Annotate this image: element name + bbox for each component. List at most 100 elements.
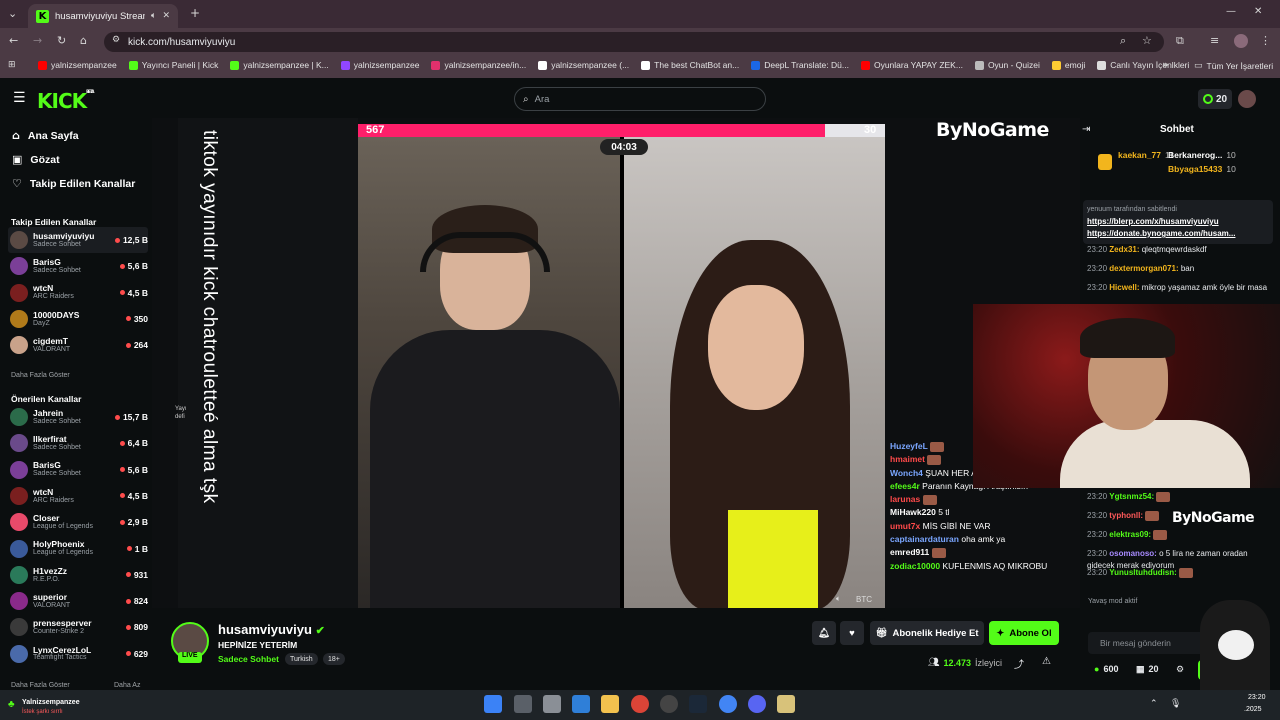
snipping-tool-icon[interactable]	[543, 695, 561, 713]
bookmark-item[interactable]: The best ChatBot an...	[641, 60, 739, 70]
site-info-icon[interactable]: ⚙	[112, 35, 120, 45]
sidebar-channel-recommended[interactable]: H1vezZz R.E.P.O. 931	[8, 562, 148, 588]
bookmark-item[interactable]: yalnizsempanzee (...	[538, 60, 629, 70]
leader-entry[interactable]: Bbyaga15433 10	[1168, 164, 1236, 174]
pinned-link-1[interactable]: https://blerp.com/x/husamviyuviyu	[1087, 216, 1269, 228]
bookmark-item[interactable]: yalnizsempanzee	[340, 60, 419, 70]
chat-username[interactable]: dextermorgan071:	[1109, 264, 1178, 273]
points-badge[interactable]: 20	[1198, 89, 1232, 109]
sidebar-channel-recommended[interactable]: prensesperver Counter-Strike 2 809	[8, 614, 148, 640]
chat-username[interactable]: elektras09:	[1109, 530, 1151, 539]
chat-store[interactable]: ▦ 20	[1136, 664, 1159, 675]
tab-close-icon[interactable]: ✕	[162, 11, 170, 21]
leader-entry[interactable]: kaekan_77 11	[1118, 150, 1174, 160]
sidebar-channel-followed[interactable]: wtcN ARC Raiders 4,5 B	[8, 280, 148, 306]
microphone-icon[interactable]: 🎙︎	[1170, 698, 1181, 709]
tab-list-icon[interactable]: ⌄	[8, 7, 17, 20]
chrome-profile-icon[interactable]	[719, 695, 737, 713]
task-view-icon[interactable]	[514, 695, 532, 713]
stream-category[interactable]: Sadece Sohbet	[218, 654, 279, 664]
extensions-icon[interactable]: ⧉	[1176, 34, 1184, 48]
media-controls-icon[interactable]: ≡	[1210, 34, 1219, 47]
tag-age[interactable]: 18+	[323, 653, 345, 665]
bookmark-item[interactable]: yalnizsempanzee/in...	[431, 60, 526, 70]
sidebar-channel-recommended[interactable]: LynxCerezLoL Teamfight Tactics 629	[8, 641, 148, 667]
share-icon[interactable]: ⤴	[1014, 656, 1024, 671]
chat-settings-icon[interactable]: ⚙	[1176, 664, 1184, 675]
sidebar-channel-recommended[interactable]: HolyPhoenix League of Legends 1 B	[8, 536, 148, 562]
hamburger-menu-icon[interactable]: ☰	[13, 90, 26, 106]
address-bar[interactable]: kick.com/husamviyuviyu	[104, 32, 1164, 52]
photos-icon[interactable]	[572, 695, 590, 713]
new-tab-button[interactable]: +	[190, 6, 200, 20]
report-icon[interactable]: ⚠	[1042, 656, 1051, 667]
nav-item-1[interactable]: ▣ Gözat	[12, 153, 60, 166]
bookmark-star-icon[interactable]: ☆	[1142, 34, 1152, 47]
notification-button[interactable]: 🔔︎	[812, 621, 836, 645]
zoom-icon[interactable]: ⌕	[1120, 34, 1126, 48]
tab-audio-icon[interactable]: 🔈︎	[151, 11, 156, 21]
widget-icon[interactable]: ♣	[8, 699, 15, 710]
gift-sub-button[interactable]: 🎁︎ Abonelik Hediye Et	[870, 621, 984, 645]
volume-icon[interactable]: 🔈︎	[836, 594, 841, 604]
bookmarks-overflow-icon[interactable]: »	[1162, 58, 1169, 71]
bookmark-item[interactable]: Yayıncı Paneli | Kick	[128, 60, 218, 70]
sidebar-channel-followed[interactable]: 10000DAYS DayZ 350	[8, 306, 148, 332]
followed-show-more[interactable]: Daha Fazla Göster	[11, 372, 70, 379]
sidebar-channel-recommended[interactable]: wtcN ARC Raiders 4,5 B	[8, 483, 148, 509]
reload-icon[interactable]: ↻	[57, 34, 66, 47]
window-minimize-icon[interactable]: —	[1226, 6, 1236, 17]
sidebar-channel-recommended[interactable]: Closer League of Legends 2,9 B	[8, 509, 148, 535]
back-icon[interactable]: ←	[9, 34, 18, 47]
browser-tab[interactable]: K husamviyuviyu Stream - Wa 🔈︎ ✕	[28, 4, 178, 28]
chat-username[interactable]: Yunusltuhdudisn:	[1109, 568, 1177, 577]
profile-avatar[interactable]	[1234, 34, 1248, 48]
file-explorer-icon[interactable]	[601, 695, 619, 713]
app-icon[interactable]	[777, 695, 795, 713]
nav-item-0[interactable]: ⌂ Ana Sayfa	[12, 129, 79, 142]
search-input[interactable]: ⌕ Ara	[514, 87, 766, 111]
discord-icon[interactable]	[748, 695, 766, 713]
all-bookmarks-button[interactable]: ▭ Tüm Yer İşaretleri	[1194, 61, 1273, 71]
chat-points[interactable]: ● 600	[1094, 664, 1118, 674]
tray-overflow-icon[interactable]: ⌃	[1150, 698, 1158, 709]
sidebar-channel-recommended[interactable]: Jahrein Sadece Sohbet 15,7 B	[8, 404, 148, 430]
subscribe-button[interactable]: ✦ Abone Ol	[989, 621, 1059, 645]
forward-icon[interactable]: →	[33, 34, 42, 47]
sidebar-channel-recommended[interactable]: superior VALORANT 824	[8, 588, 148, 614]
bookmark-item[interactable]: Oyun - Quizei	[974, 60, 1040, 70]
recommended-show-more[interactable]: Daha Fazla Göster	[11, 682, 70, 689]
chat-username[interactable]: Ygtsnmz54:	[1109, 492, 1154, 501]
chat-username[interactable]: Hicwell:	[1109, 283, 1139, 292]
pinned-message[interactable]: yenuum tarafından sabitlendi https://ble…	[1083, 200, 1273, 244]
user-avatar[interactable]	[1238, 90, 1256, 108]
obs-icon[interactable]	[660, 695, 678, 713]
sidebar-channel-followed[interactable]: cigdemT VALORANT 264	[8, 332, 148, 358]
kick-logo[interactable]: KICKBETA	[37, 89, 94, 113]
apps-grid-icon[interactable]: ⊞	[8, 60, 16, 70]
steam-icon[interactable]	[689, 695, 707, 713]
bookmark-item[interactable]: yalnizsempanzee	[38, 60, 117, 70]
follow-button[interactable]: ♥	[840, 621, 864, 645]
tag-language[interactable]: Turkish	[285, 653, 318, 665]
chat-username[interactable]: osomanoso:	[1109, 549, 1157, 558]
bookmark-item[interactable]: yalnizsempanzee | K...	[230, 60, 329, 70]
recommended-show-less[interactable]: Daha Az	[114, 682, 140, 689]
home-button-icon[interactable]: ⌂	[80, 34, 87, 47]
chat-username[interactable]: Zedx31:	[1109, 245, 1139, 254]
browser-menu-icon[interactable]: ⋮	[1260, 34, 1271, 47]
sidebar-channel-recommended[interactable]: BarisG Sadece Sohbet 5,6 B	[8, 457, 148, 483]
pinned-link-2[interactable]: https://donate.bynogame.com/husam...	[1087, 228, 1269, 240]
bookmark-item[interactable]: emoji	[1051, 60, 1085, 70]
leader-entry[interactable]: Berkanerog... 10	[1168, 150, 1236, 160]
sidebar-channel-followed[interactable]: husamviyuviyu Sadece Sohbet 12,5 B	[8, 227, 148, 253]
channel-name[interactable]: husamviyuviyu ✔	[218, 622, 325, 637]
nav-item-2[interactable]: ♡ Takip Edilen Kanallar	[12, 177, 135, 190]
bookmark-item[interactable]: DeepL Translate: Dü...	[751, 60, 849, 70]
chrome-icon[interactable]	[631, 695, 649, 713]
bookmark-item[interactable]: Oyunlara YAPAY ZEK...	[860, 60, 963, 70]
window-close-icon[interactable]: ✕	[1254, 6, 1262, 17]
sidebar-channel-recommended[interactable]: Ilkerfirat Sadece Sohbet 6,4 B	[8, 430, 148, 456]
collapse-chat-icon[interactable]: ⇥	[1082, 124, 1090, 135]
windows-start-icon[interactable]	[484, 695, 502, 713]
